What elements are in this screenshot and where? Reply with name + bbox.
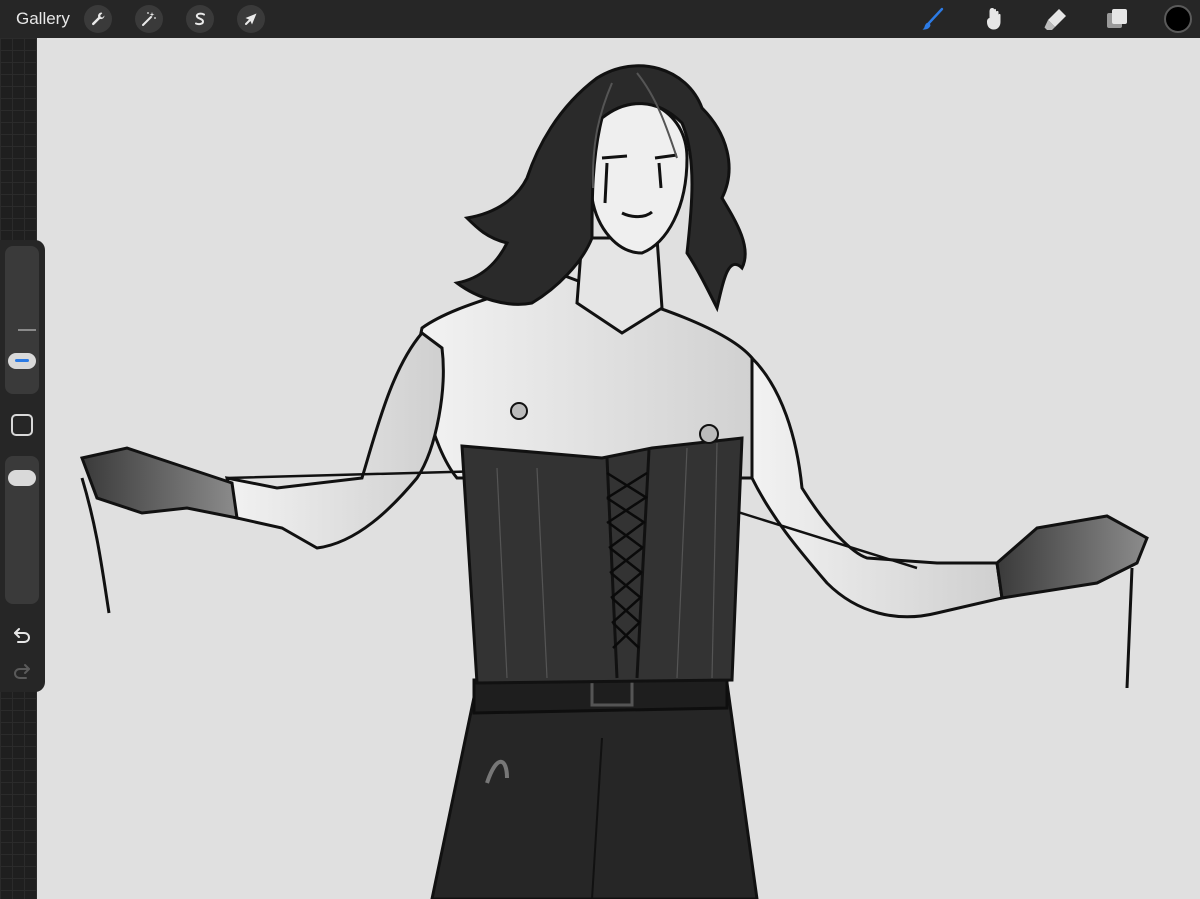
selection-button[interactable] bbox=[186, 5, 214, 33]
artwork-illustration bbox=[79, 64, 1149, 899]
modify-button[interactable] bbox=[11, 414, 33, 436]
arrow-cursor-icon bbox=[245, 13, 257, 25]
left-sidebar bbox=[0, 240, 45, 692]
wrench-icon bbox=[91, 12, 105, 26]
size-indicator-line bbox=[15, 359, 29, 362]
adjustments-button[interactable] bbox=[135, 5, 163, 33]
eraser-icon bbox=[1044, 9, 1066, 30]
actions-button[interactable] bbox=[84, 5, 112, 33]
magic-wand-icon bbox=[142, 12, 156, 26]
smudge-icon bbox=[987, 8, 1001, 30]
color-picker-swatch[interactable] bbox=[1164, 5, 1192, 33]
smudge-tool-button[interactable] bbox=[979, 4, 1009, 34]
size-tick-mark bbox=[18, 329, 36, 331]
layers-button[interactable] bbox=[1102, 4, 1132, 34]
opacity-slider[interactable] bbox=[5, 456, 39, 604]
transform-button[interactable] bbox=[237, 5, 265, 33]
selection-s-icon bbox=[195, 12, 205, 26]
redo-button[interactable] bbox=[10, 659, 34, 683]
brush-size-slider[interactable] bbox=[5, 246, 39, 394]
redo-arrow-icon bbox=[13, 664, 30, 679]
gallery-button[interactable]: Gallery bbox=[16, 9, 70, 29]
undo-arrow-icon bbox=[14, 628, 31, 643]
brush-tool-button[interactable] bbox=[918, 4, 948, 34]
top-toolbar: Gallery bbox=[0, 0, 1200, 38]
brush-size-thumb[interactable] bbox=[8, 353, 36, 369]
undo-button[interactable] bbox=[10, 623, 34, 647]
brush-icon bbox=[922, 7, 944, 30]
layers-icon bbox=[1107, 9, 1127, 28]
drawing-canvas[interactable] bbox=[37, 38, 1200, 899]
opacity-thumb[interactable] bbox=[8, 470, 36, 486]
eraser-tool-button[interactable] bbox=[1041, 4, 1071, 34]
